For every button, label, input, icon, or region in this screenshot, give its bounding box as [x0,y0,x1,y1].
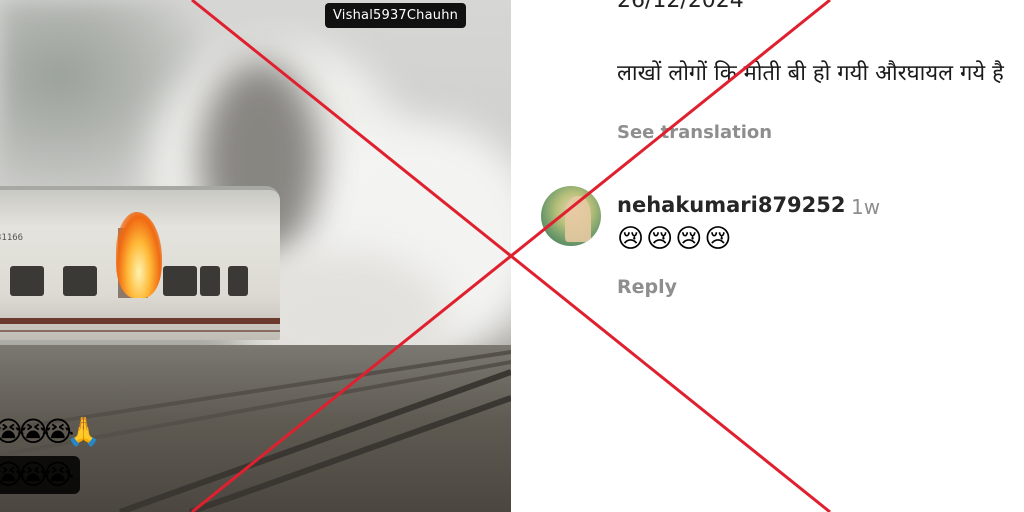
folded-hands-emoji: 🙏 [66,415,102,448]
emoji-row-1: 😭😭😭🙏 [0,413,107,451]
comment-date: 26/12/2024 [617,0,744,13]
creator-watermark: Vishal5937Chauhn [325,3,467,28]
comment-username[interactable]: nehakumari879252 [617,193,846,217]
reply-button[interactable]: Reply [617,276,677,298]
comment-emoji-text: 😢😢😢😢 [617,224,734,254]
avatar[interactable] [541,186,601,246]
avatar-figure [565,196,591,242]
crying-emoji: 😭 [41,458,75,491]
comment-text: लाखों लोगों कि मोती बी हो गयी औरघायल गये… [617,61,1004,86]
emoji-row-2: 😭😭😭 [0,456,81,494]
comment-time: 1w [851,195,881,219]
see-translation-link[interactable]: See translation [617,122,772,143]
comments-panel: 26/12/2024 लाखों लोगों कि मोती बी हो गयी… [511,0,1024,512]
video-frame[interactable]: 31166 Vishal5937Chauhn 😭😭😭🙏 😭😭😭 [0,0,511,512]
